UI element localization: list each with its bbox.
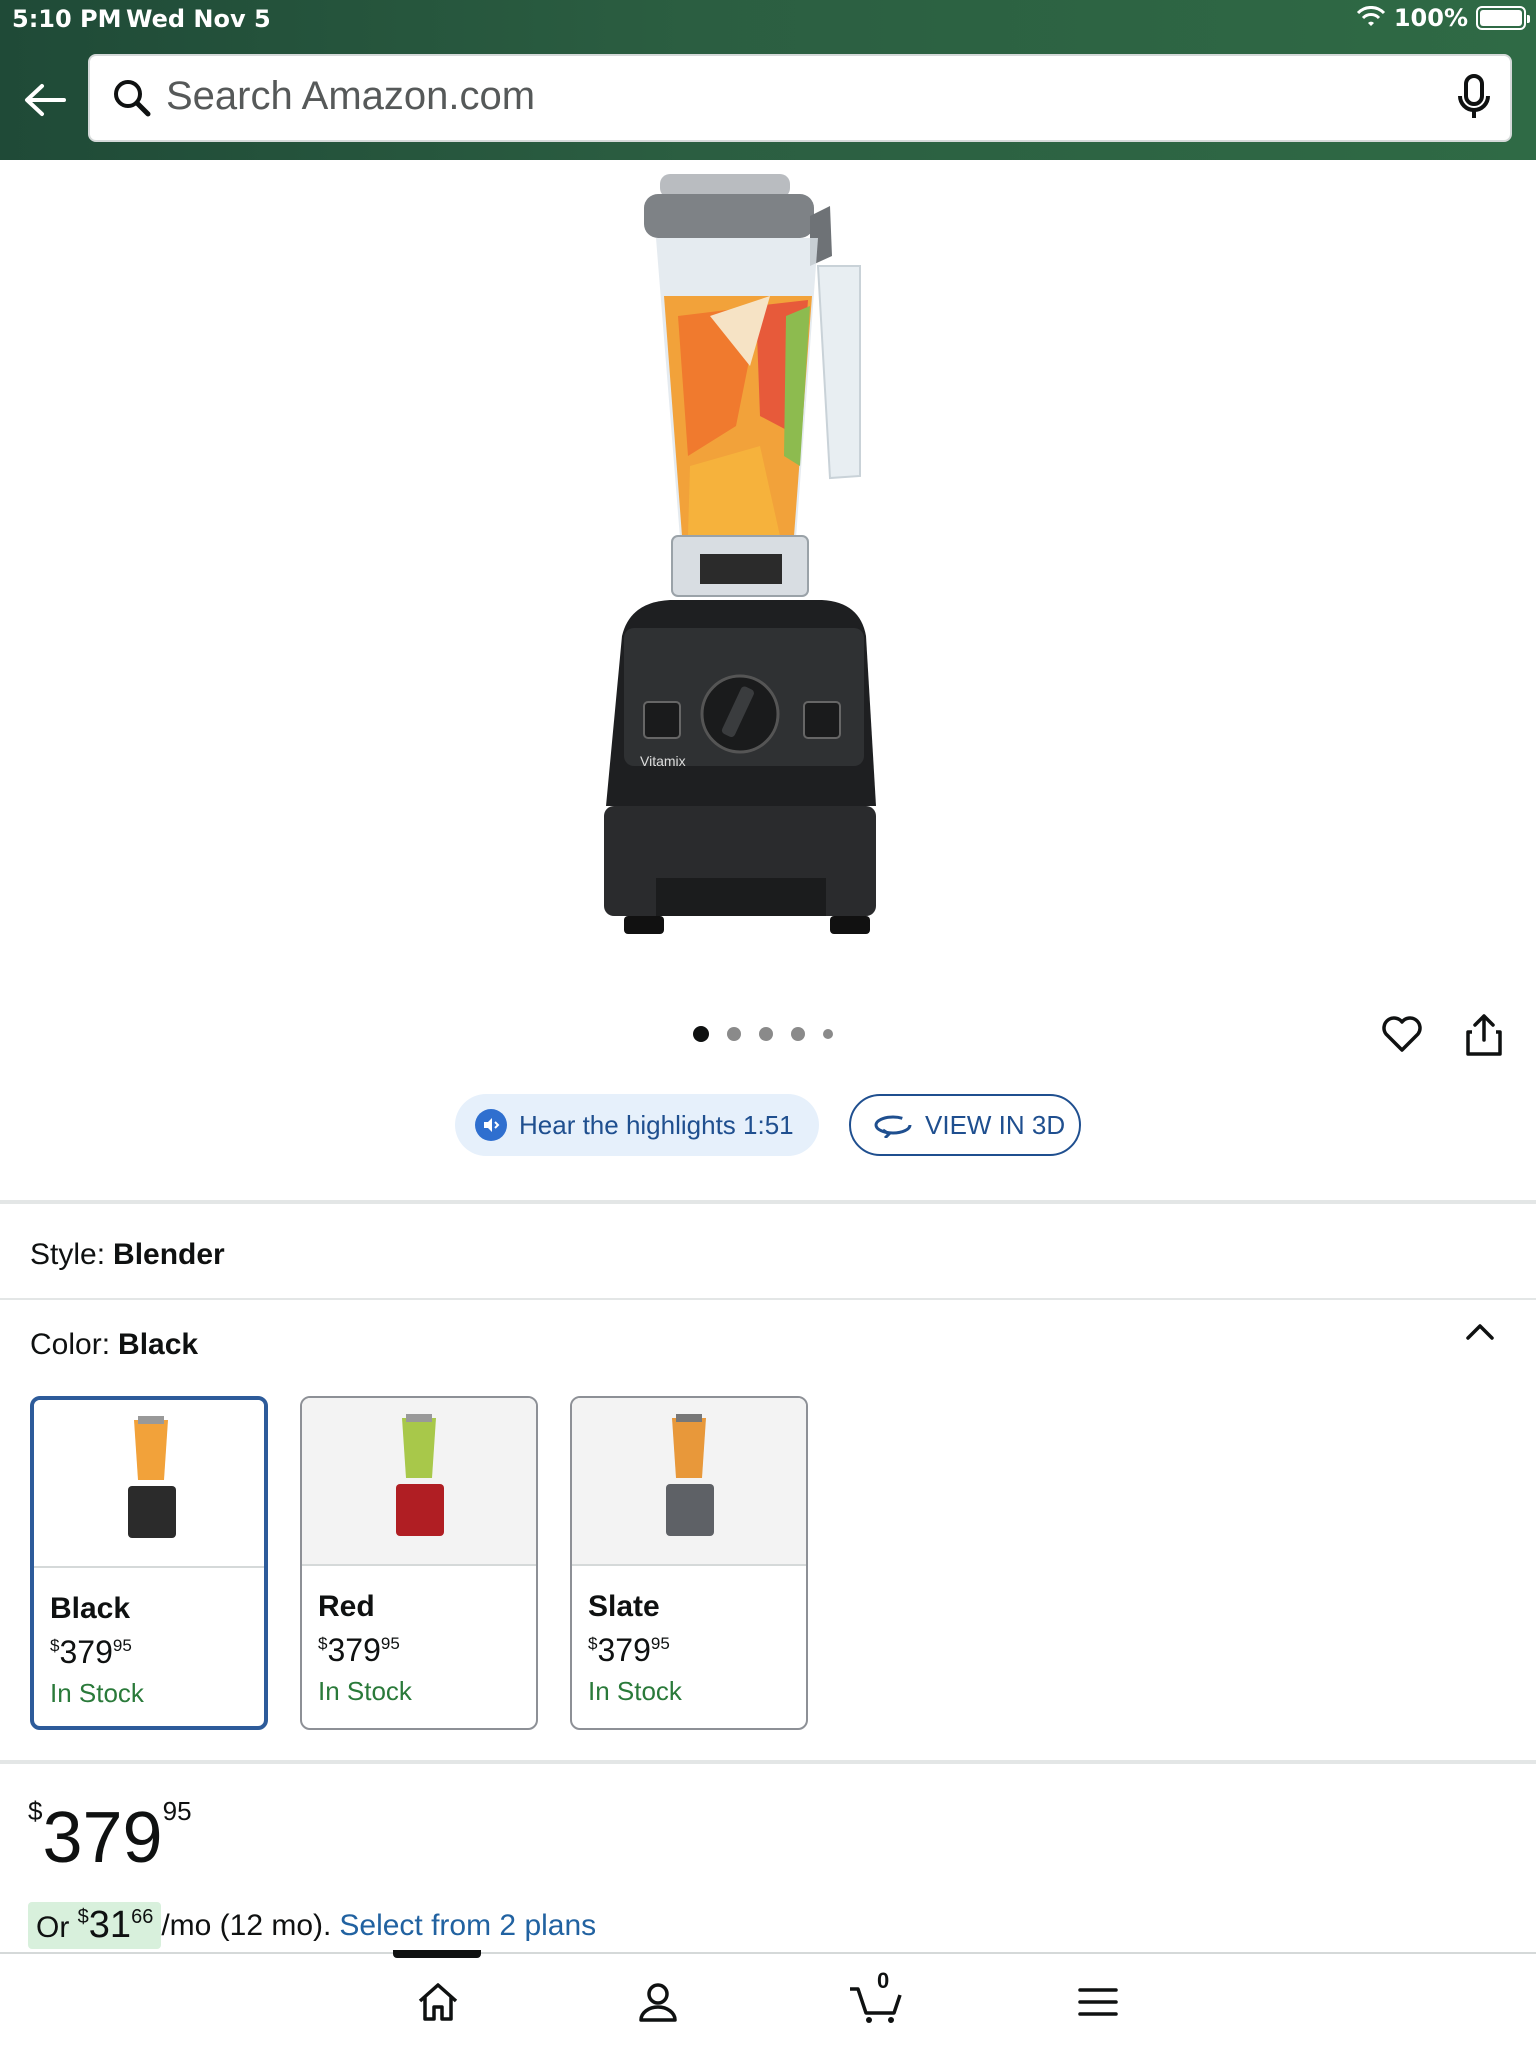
- style-label: Style:: [30, 1238, 106, 1271]
- section-divider: [0, 1200, 1536, 1204]
- share-icon[interactable]: [1462, 1012, 1506, 1058]
- svg-text:Vitamix: Vitamix: [640, 753, 686, 769]
- swatch-thumbnail: [302, 1398, 536, 1566]
- swatch-price: $37995: [588, 1632, 670, 1668]
- search-input[interactable]: Search Amazon.com: [88, 54, 1512, 142]
- swatch-stock: In Stock: [318, 1676, 412, 1706]
- back-button[interactable]: [20, 78, 68, 122]
- status-time: 5:10 PM: [12, 5, 122, 33]
- color-option-red[interactable]: Red $37995 In Stock: [300, 1396, 538, 1730]
- style-value: Blender: [113, 1238, 225, 1271]
- section-divider: [0, 1760, 1536, 1764]
- color-option-slate[interactable]: Slate $37995 In Stock: [570, 1396, 808, 1730]
- pager-dot-1[interactable]: [693, 1026, 709, 1042]
- hear-highlights-button[interactable]: Hear the highlights 1:51: [455, 1094, 819, 1156]
- search-icon: [114, 80, 151, 117]
- swatch-thumbnail: [572, 1398, 806, 1566]
- bottom-nav: [0, 1952, 1536, 2048]
- battery-icon: [1476, 6, 1530, 30]
- color-value: Black: [118, 1328, 199, 1361]
- pager-dot-3[interactable]: [759, 1027, 773, 1041]
- view-in-3d-label: VIEW IN 3D: [925, 1109, 1066, 1140]
- monthly-highlight: Or $3166: [28, 1902, 162, 1949]
- nav-cart[interactable]: 0: [848, 1968, 904, 2030]
- nav-account[interactable]: [630, 1974, 686, 2030]
- battery-percent: 100%: [1393, 4, 1468, 32]
- color-option-black[interactable]: Black $37995 In Stock: [30, 1396, 268, 1730]
- microphone-icon[interactable]: [1454, 72, 1494, 124]
- menu-icon: [1078, 1988, 1118, 2016]
- product-price: $37995: [28, 1796, 192, 1878]
- monthly-payment: Or $3166 /mo (12 mo). Select from 2 plan…: [28, 1902, 596, 1949]
- account-icon: [639, 1983, 677, 2022]
- back-arrow-icon: [25, 84, 66, 116]
- app-header: 5:10 PM Wed Nov 5 100% Search Amazon.com: [0, 0, 1536, 160]
- row-divider: [0, 1298, 1536, 1300]
- cart-icon: [850, 1987, 902, 2023]
- nav-menu[interactable]: [1070, 1974, 1126, 2030]
- image-pager[interactable]: [693, 1026, 833, 1042]
- heart-icon[interactable]: [1380, 1012, 1424, 1056]
- nav-home[interactable]: [410, 1974, 466, 2030]
- color-label: Color:: [30, 1328, 111, 1361]
- pager-dot-4[interactable]: [791, 1027, 805, 1041]
- swatch-price: $37995: [318, 1632, 400, 1668]
- rotate-3d-icon: [874, 1115, 912, 1138]
- pager-dot-5[interactable]: [823, 1029, 833, 1039]
- style-row[interactable]: Style: Blender: [30, 1238, 225, 1272]
- view-in-3d-button[interactable]: VIEW IN 3D: [849, 1094, 1081, 1156]
- pager-dot-2[interactable]: [727, 1027, 741, 1041]
- swatch-name: Slate: [588, 1590, 660, 1623]
- wifi-icon: [1356, 6, 1385, 26]
- status-date: Wed Nov 5: [126, 5, 271, 33]
- swatch-name: Black: [50, 1592, 131, 1625]
- audio-icon: [475, 1109, 507, 1141]
- chevron-up-icon[interactable]: [1464, 1320, 1496, 1342]
- search-placeholder: Search Amazon.com: [166, 74, 536, 118]
- color-row: Color: Black: [30, 1328, 198, 1362]
- hear-highlights-label: Hear the highlights 1:51: [519, 1109, 794, 1140]
- swatch-stock: In Stock: [50, 1678, 144, 1708]
- swatch-name: Red: [318, 1590, 375, 1623]
- swatch-price: $37995: [50, 1634, 132, 1670]
- status-indicators: 100%: [1356, 4, 1530, 32]
- home-icon: [418, 1983, 458, 2021]
- status-bar: 5:10 PM Wed Nov 5 100%: [0, 0, 1536, 40]
- active-tab-indicator: [393, 1950, 481, 1958]
- swatch-thumbnail: [34, 1400, 264, 1568]
- select-plans-link[interactable]: Select from 2 plans: [339, 1909, 596, 1943]
- cart-count: 0: [877, 1968, 890, 1993]
- swatch-stock: In Stock: [588, 1676, 682, 1706]
- monthly-suffix: /mo (12 mo).: [161, 1908, 332, 1942]
- product-image[interactable]: Vitamix: [560, 166, 960, 956]
